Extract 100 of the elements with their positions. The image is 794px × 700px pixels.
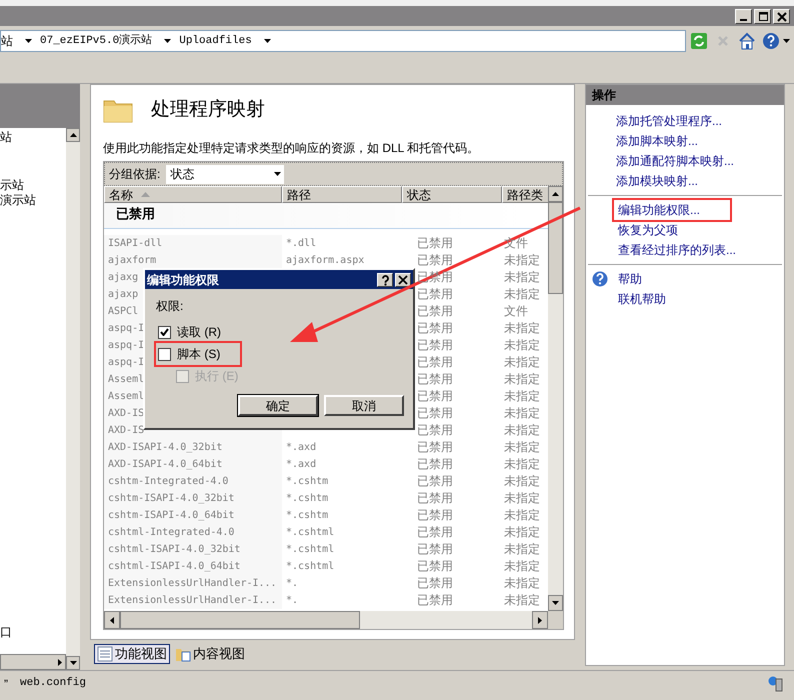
close-icon — [774, 10, 788, 22]
action-link[interactable]: 添加模块映射... — [612, 171, 702, 191]
table-cell-text: 未指定 — [503, 490, 541, 507]
table-cell-text: 已禁用 — [417, 405, 454, 422]
up-arrow-icon — [552, 192, 559, 196]
action-link[interactable]: 帮助 — [614, 269, 646, 289]
action-link[interactable]: 添加托管处理程序... — [612, 111, 726, 131]
table-cell-text: 未指定 — [503, 388, 541, 405]
tree-item[interactable]: 站 — [0, 130, 66, 145]
group-by-label: 分组依据: — [109, 166, 160, 183]
table-cell-text: 已禁用 — [417, 337, 454, 354]
table-cell: cshtm-ISAPI-4.0_64bit — [104, 507, 282, 524]
tree-item[interactable]: 示站 — [0, 178, 66, 193]
scroll-thumb[interactable] — [120, 611, 360, 629]
table-cell: ExtensionlessUrlHandler-I... — [104, 592, 282, 609]
table-cell-text: ajaxform.aspx — [285, 254, 366, 268]
group-by-dropdown[interactable]: 状态 — [166, 164, 284, 184]
action-link[interactable]: 查看经过排序的列表... — [614, 240, 740, 260]
close-button[interactable] — [395, 272, 411, 286]
table-cell-text: 未指定 — [503, 405, 541, 422]
vertical-scrollbar[interactable] — [548, 186, 563, 611]
horizontal-scrollbar[interactable] — [0, 654, 66, 670]
breadcrumb[interactable]: Uploadfiles — [179, 32, 271, 50]
action-link[interactable]: 联机帮助 — [614, 289, 670, 309]
tree-item[interactable]: 口 — [0, 625, 66, 640]
table-cell-text: 未指定 — [503, 592, 541, 609]
view-tab[interactable]: 功能视图 — [94, 644, 170, 664]
refresh-button[interactable] — [690, 31, 708, 51]
table-cell-text: *.cshtm — [285, 509, 330, 523]
table-cell-text: *.cshtml — [285, 526, 336, 540]
breadcrumb[interactable]: 07_ezEIPv5.0演示站 — [40, 32, 172, 50]
table-cell: cshtm-Integrated-4.0 — [104, 473, 282, 490]
table-cell-text: 已禁用 — [417, 490, 454, 507]
table-cell: ajaxform — [104, 252, 282, 269]
table-cell-text: 未指定 — [503, 252, 541, 269]
minimize-button[interactable] — [735, 8, 752, 24]
tree-item[interactable]: 演示站 — [0, 193, 66, 208]
status-prefix: ” — [4, 676, 8, 692]
table-cell-text: *.dll — [285, 237, 318, 251]
refresh-icon — [690, 32, 708, 50]
help-button[interactable] — [377, 272, 393, 286]
caret-icon — [274, 172, 282, 176]
vertical-scrollbar[interactable] — [66, 128, 80, 670]
table-cell: ISAPI-dll — [104, 235, 282, 252]
action-link[interactable]: 添加脚本映射... — [612, 131, 702, 151]
table-cell-text: 已禁用 — [417, 235, 454, 252]
group-header[interactable]: 已禁用 — [104, 203, 548, 229]
table-cell-text: 已禁用 — [417, 507, 454, 524]
table-cell-text: 已禁用 — [417, 541, 454, 558]
table-cell: cshtml-ISAPI-4.0_32bit — [104, 541, 282, 558]
table-cell-text: 文件 — [503, 303, 529, 320]
checkbox[interactable] — [158, 348, 171, 360]
down-arrow-icon — [552, 601, 559, 605]
table-cell-text: 已禁用 — [417, 592, 454, 609]
action-link[interactable]: 添加通配符脚本映射... — [612, 151, 738, 171]
checkbox[interactable] — [158, 326, 171, 338]
help-button[interactable] — [762, 31, 790, 51]
page-description: 使用此功能指定处理特定请求类型的响应的资源，如 DLL 和托管代码。 — [103, 140, 480, 157]
table-cell-text: 已禁用 — [417, 371, 454, 388]
table-cell-text: 未指定 — [503, 524, 541, 541]
table-cell-text: *.cshtml — [285, 543, 336, 557]
table-cell-text: *.axd — [285, 441, 318, 455]
action-link[interactable]: 恢复为父项 — [614, 220, 682, 240]
dialog-button[interactable]: 取消 — [324, 395, 404, 416]
close-button[interactable] — [773, 8, 790, 24]
table-cell: cshtml-ISAPI-4.0_64bit — [104, 558, 282, 575]
table-cell-text: 已禁用 — [417, 422, 454, 439]
scroll-thumb[interactable] — [548, 202, 563, 294]
right-arrow-icon — [58, 658, 62, 666]
breadcrumb[interactable]: 站 — [1, 32, 32, 50]
horizontal-scrollbar[interactable] — [104, 611, 563, 629]
table-cell: ExtensionlessUrlHandler-I... — [104, 575, 282, 592]
maximize-button[interactable] — [754, 8, 771, 24]
table-cell-text: 已禁用 — [417, 303, 454, 320]
table-cell-text: 已禁用 — [417, 388, 454, 405]
table-cell-text: *.cshtm — [285, 492, 330, 506]
column-header[interactable]: 名称 — [104, 186, 282, 203]
table-cell-text: 未指定 — [503, 456, 541, 473]
close-icon — [396, 273, 410, 286]
up-arrow-icon — [70, 133, 76, 137]
table-cell-text: *.axd — [285, 458, 318, 472]
home-icon — [738, 32, 756, 50]
table-cell: AXD-ISAPI-4.0_32bit — [104, 439, 282, 456]
table-cell-text: *.cshtm — [285, 475, 330, 489]
caret-icon — [164, 39, 172, 43]
column-header[interactable]: 路径类 — [502, 186, 548, 203]
column-header[interactable]: 状态 — [402, 186, 502, 203]
table-cell-text: *.cshtml — [285, 560, 336, 574]
table-cell-text: 未指定 — [503, 269, 541, 286]
table-cell-text: 已禁用 — [417, 558, 454, 575]
address-field[interactable]: 站 07_ezEIPv5.0演示站 Uploadfiles — [0, 30, 686, 52]
dialog-button[interactable]: 确定 — [238, 395, 318, 416]
help-icon — [592, 271, 610, 287]
action-link[interactable]: 编辑功能权限... — [614, 200, 730, 220]
table-cell-text: *. — [285, 594, 300, 608]
view-tab[interactable]: 内容视图 — [172, 644, 248, 664]
page-title: 处理程序映射 — [151, 98, 265, 122]
home-button[interactable] — [738, 31, 756, 51]
column-header[interactable]: 路径 — [282, 186, 402, 203]
actions-header: 操作 — [586, 85, 784, 105]
